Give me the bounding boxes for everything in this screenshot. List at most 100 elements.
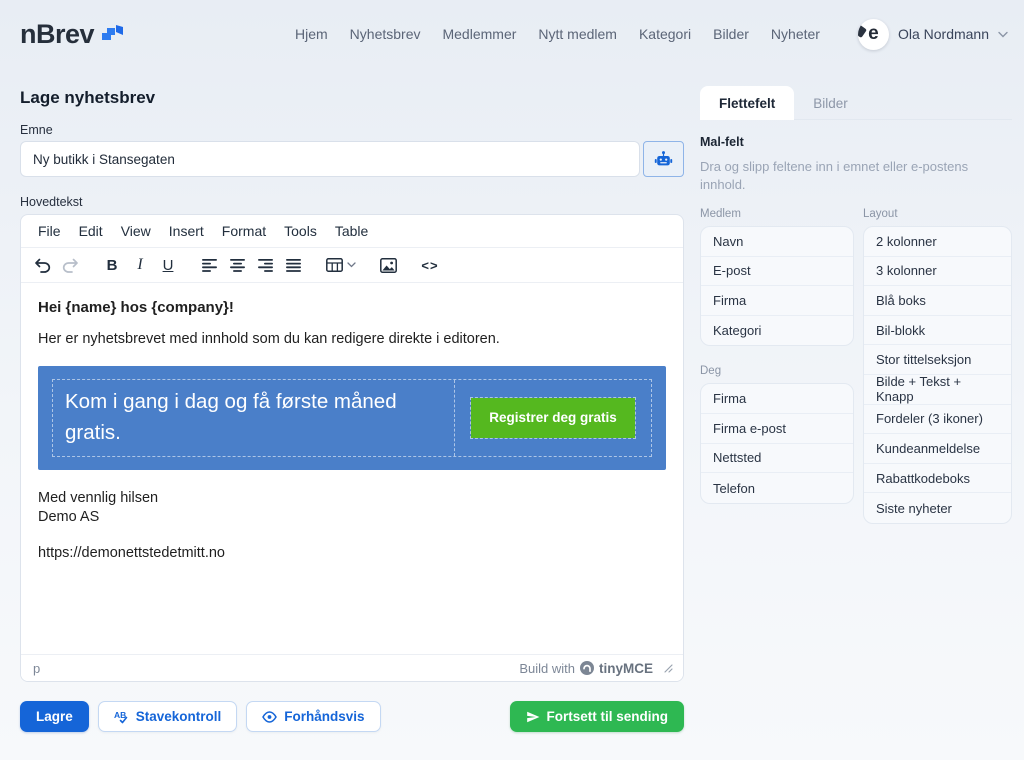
code-icon[interactable]: <> xyxy=(417,252,443,278)
group-label-layout: Layout xyxy=(863,208,1012,220)
paper-plane-icon xyxy=(526,710,540,724)
cta-text: Kom i gang i dag og få første måned grat… xyxy=(53,380,455,456)
merge-field-item[interactable]: E-post xyxy=(701,257,853,287)
editor-menu-item[interactable]: Edit xyxy=(70,219,112,243)
preview-button[interactable]: Forhåndsvis xyxy=(246,701,380,732)
preview-label: Forhåndsvis xyxy=(284,709,364,724)
align-center-icon[interactable] xyxy=(225,252,251,278)
layout-field-list: 2 kolonner 3 kolonner Blå boks Bil-blokk… xyxy=(863,226,1012,524)
align-right-icon[interactable] xyxy=(253,252,279,278)
continue-label: Fortsett til sending xyxy=(547,709,669,724)
editor-menu-item[interactable]: Insert xyxy=(160,219,213,243)
spellcheck-button[interactable]: AB Stavekontroll xyxy=(98,701,238,732)
layout-block-item[interactable]: Rabattkodeboks xyxy=(864,464,1011,494)
merge-field-item[interactable]: Navn xyxy=(701,227,853,257)
editor-menu-item[interactable]: Format xyxy=(213,219,275,243)
spellcheck-label: Stavekontroll xyxy=(136,709,222,724)
avatar: e xyxy=(858,19,889,50)
nav-item[interactable]: Nyhetsbrev xyxy=(350,26,421,42)
redo-icon[interactable] xyxy=(57,252,83,278)
editor-menu-item[interactable]: Tools xyxy=(275,219,326,243)
avatar-letter: e xyxy=(868,23,879,45)
chevron-down-icon xyxy=(998,31,1008,38)
continue-button[interactable]: Fortsett til sending xyxy=(510,701,685,732)
save-label: Lagre xyxy=(36,709,73,724)
merge-field-item[interactable]: Firma xyxy=(701,286,853,316)
editor-menu-item[interactable]: File xyxy=(29,219,70,243)
nav-item[interactable]: Bilder xyxy=(713,26,749,42)
tinymce-logo-icon xyxy=(580,661,594,675)
body-label: Hovedtekst xyxy=(20,195,83,209)
italic-button[interactable]: I xyxy=(127,252,153,278)
merge-field-item[interactable]: Nettsted xyxy=(701,444,853,474)
merge-field-item[interactable]: Firma xyxy=(701,384,853,414)
action-bar: Lagre AB Stavekontroll Forhåndsvis Forts… xyxy=(20,701,684,732)
image-icon[interactable] xyxy=(375,252,401,278)
cta-blue-box[interactable]: Kom i gang i dag og få første måned grat… xyxy=(38,366,666,470)
intro-paragraph: Her er nyhetsbrevet med innhold som du k… xyxy=(38,331,666,347)
layout-block-item[interactable]: 2 kolonner xyxy=(864,227,1011,257)
robot-icon xyxy=(654,150,673,169)
undo-icon[interactable] xyxy=(29,252,55,278)
editor-content[interactable]: Hei {name} hos {company}! Her er nyhetsb… xyxy=(21,283,683,654)
layout-block-item[interactable]: Blå boks xyxy=(864,286,1011,316)
align-left-icon[interactable] xyxy=(197,252,223,278)
layout-block-item[interactable]: Stor tittelseksjon xyxy=(864,345,1011,375)
greeting-paragraph: Hei {name} hos {company}! xyxy=(38,299,666,316)
user-name: Ola Nordmann xyxy=(898,26,989,42)
nav-item[interactable]: Kategori xyxy=(639,26,691,42)
element-path[interactable]: p xyxy=(33,661,40,676)
editor-menu-item[interactable]: View xyxy=(112,219,160,243)
eye-icon xyxy=(262,711,277,723)
cta-register-button[interactable]: Registrer deg gratis xyxy=(471,398,635,438)
sidebar-description: Dra og slipp feltene inn i emnet eller e… xyxy=(700,158,1012,193)
subject-row xyxy=(20,141,684,177)
nav-item[interactable]: Nyheter xyxy=(771,26,820,42)
subject-input[interactable] xyxy=(20,141,640,177)
spellcheck-icon: AB xyxy=(114,710,129,724)
sidebar-tabs: Flettefelt Bilder xyxy=(700,86,1012,120)
layout-block-item[interactable]: Siste nyheter xyxy=(864,493,1011,523)
merge-field-item[interactable]: Telefon xyxy=(701,473,853,503)
ai-suggest-button[interactable] xyxy=(643,141,684,177)
editor-menu-item[interactable]: Table xyxy=(326,219,377,243)
layout-block-item[interactable]: Bilde + Tekst + Knapp xyxy=(864,375,1011,405)
merge-field-item[interactable]: Firma e-post xyxy=(701,414,853,444)
signoff-line2: Demo AS xyxy=(38,508,666,528)
underline-button[interactable]: U xyxy=(155,252,181,278)
resize-handle[interactable] xyxy=(664,664,673,673)
build-with-label: Build with xyxy=(519,661,575,676)
deg-field-list: Firma Firma e-post Nettsted Telefon xyxy=(700,383,854,503)
main-nav: Hjem Nyhetsbrev Medlemmer Nytt medlem Ka… xyxy=(295,26,820,42)
sidebar-tab[interactable]: Flettefelt xyxy=(700,86,794,120)
editor-toolbar: B I U xyxy=(21,248,683,283)
nav-item[interactable]: Hjem xyxy=(295,26,328,42)
save-button[interactable]: Lagre xyxy=(20,701,89,732)
editor-menubar: File Edit View Insert Format Tools Table xyxy=(21,215,683,248)
sidebar-heading: Mal-felt xyxy=(700,135,1012,149)
layout-block-item[interactable]: 3 kolonner xyxy=(864,257,1011,287)
user-menu[interactable]: e Ola Nordmann xyxy=(858,19,1008,50)
tinymce-brand[interactable]: tinyMCE xyxy=(599,661,653,676)
merge-field-item[interactable]: Kategori xyxy=(701,316,853,346)
group-label-deg: Deg xyxy=(700,365,854,377)
group-label-medlem: Medlem xyxy=(700,208,854,220)
sidebar-tab[interactable]: Bilder xyxy=(794,86,867,120)
nav-item[interactable]: Medlemmer xyxy=(442,26,516,42)
align-justify-icon[interactable] xyxy=(281,252,307,278)
medlem-field-list: Navn E-post Firma Kategori xyxy=(700,226,854,346)
sidebar-panel: Flettefelt Bilder Mal-felt Dra og slipp … xyxy=(700,86,1012,524)
app-logo[interactable]: nBrev xyxy=(20,19,125,50)
table-icon[interactable] xyxy=(323,252,359,278)
rich-text-editor: File Edit View Insert Format Tools Table… xyxy=(20,214,684,682)
layout-block-item[interactable]: Kundeanmeldelse xyxy=(864,434,1011,464)
svg-text:AB: AB xyxy=(114,710,126,720)
layout-block-item[interactable]: Fordeler (3 ikoner) xyxy=(864,405,1011,435)
website-text: https://demonettstedetmitt.no xyxy=(38,545,666,561)
layout-block-item[interactable]: Bil-blokk xyxy=(864,316,1011,346)
editor-statusbar: p Build with tinyMCE xyxy=(21,654,683,681)
arrow-up-right-icon xyxy=(100,22,125,46)
bold-button[interactable]: B xyxy=(99,252,125,278)
signoff-line1: Med vennlig hilsen xyxy=(38,489,666,509)
nav-item[interactable]: Nytt medlem xyxy=(538,26,617,42)
